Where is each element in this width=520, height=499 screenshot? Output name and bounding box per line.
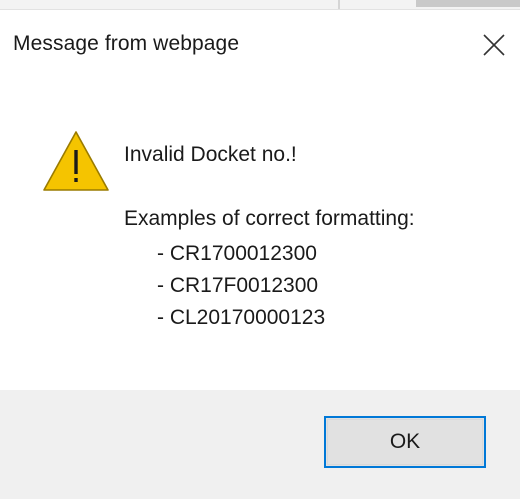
error-message: Invalid Docket no.! [124,143,297,166]
ok-button[interactable]: OK [324,416,486,468]
background-window-strip [0,0,520,10]
examples-heading: Examples of correct formatting: [124,207,415,230]
dialog-footer: OK [0,390,520,499]
warning-triangle-icon [43,131,109,191]
close-button[interactable] [474,26,514,66]
example-item: - CL20170000123 [157,306,326,329]
dialog-content: Invalid Docket no.! Examples of correct … [0,84,520,390]
close-x-icon [483,34,505,56]
message-text: Invalid Docket no.! Examples of correct … [124,142,415,334]
dialog-title: Message from webpage [13,32,240,55]
example-item: - CR17F0012300 [157,274,319,297]
message-dialog: Message from webpage Invalid Docket no.!… [0,0,520,499]
dialog-titlebar[interactable]: Message from webpage [0,10,520,84]
example-item: - CR1700012300 [157,242,317,265]
